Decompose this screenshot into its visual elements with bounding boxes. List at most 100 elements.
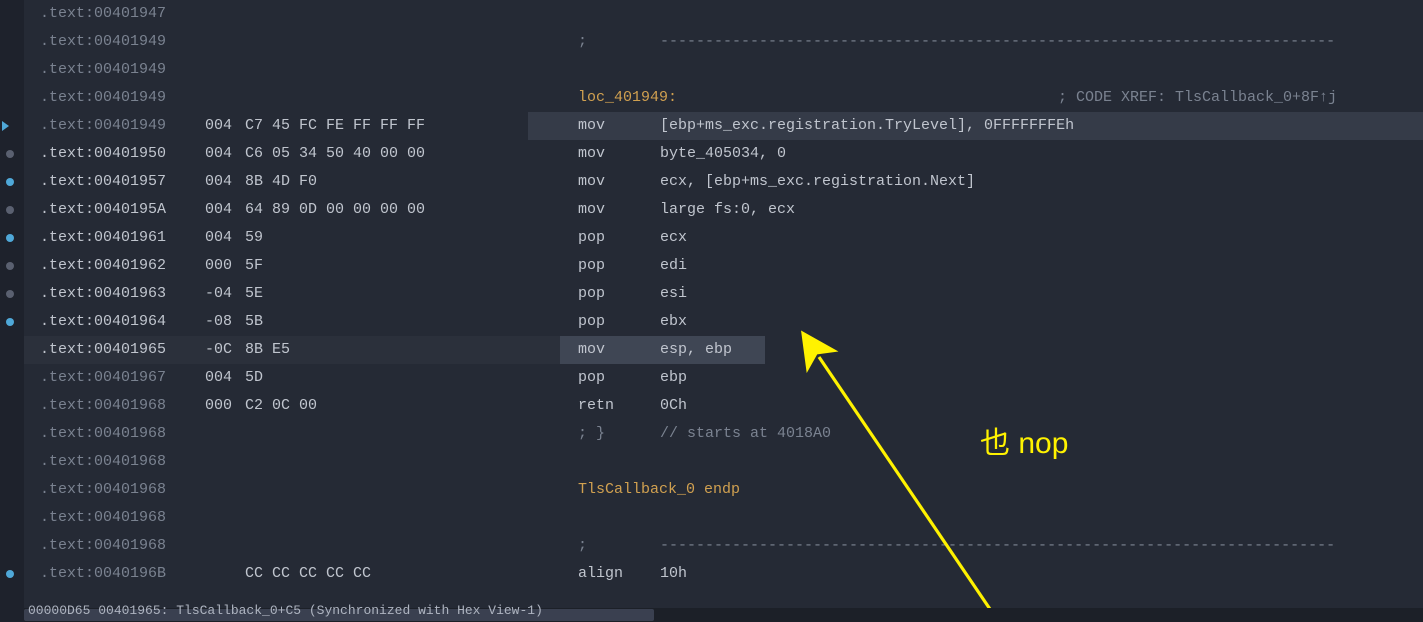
stackptr-col: 004	[205, 168, 232, 196]
mnemonic-col: pop	[578, 252, 605, 280]
bytes-col: CC CC CC CC CC	[245, 560, 371, 588]
stackptr-col: 004	[205, 196, 232, 224]
disasm-row[interactable]: .text:00401968	[24, 504, 1423, 532]
label-col: TlsCallback_0 endp	[578, 476, 740, 504]
bytes-col: 8B E5	[245, 336, 290, 364]
bytes-col: 5E	[245, 280, 263, 308]
operand-col: ----------------------------------------…	[660, 28, 1335, 56]
status-bar: 00000D65 00401965: TlsCallback_0+C5 (Syn…	[28, 603, 543, 618]
breakpoint-dot-icon[interactable]	[6, 178, 14, 186]
address-col: .text:00401949	[40, 28, 166, 56]
mnemonic-col: ;	[578, 532, 587, 560]
bytes-col: 64 89 0D 00 00 00 00	[245, 196, 425, 224]
address-col: .text:00401968	[40, 504, 166, 532]
disasm-row[interactable]: .text:004019620005Fpopedi	[24, 252, 1423, 280]
breakpoint-dot-icon[interactable]	[6, 290, 14, 298]
mnemonic-col: mov	[578, 168, 605, 196]
address-col: .text:00401947	[40, 0, 166, 28]
address-col: .text:00401968	[40, 476, 166, 504]
disasm-row[interactable]: .text:00401968 000 C2 0C 00 retn 0Ch	[24, 392, 1423, 420]
breakpoint-dot-icon[interactable]	[6, 262, 14, 270]
label-col: loc_401949:	[578, 84, 677, 112]
address-col: .text:00401961	[40, 224, 166, 252]
breakpoint-dot-icon[interactable]	[6, 318, 14, 326]
mnemonic-col: pop	[578, 364, 605, 392]
disasm-row[interactable]: .text:00401949	[24, 56, 1423, 84]
breakpoint-dot-icon[interactable]	[6, 150, 14, 158]
operand-col: esi	[660, 280, 687, 308]
stackptr-col: 004	[205, 364, 232, 392]
stackptr-col: 004	[205, 140, 232, 168]
disasm-row[interactable]: .text:00401949004C7 45 FC FE FF FF FFmov…	[24, 112, 1423, 140]
operand-col: [ebp+ms_exc.registration.TryLevel], 0FFF…	[660, 112, 1074, 140]
address-col: .text:0040195A	[40, 196, 166, 224]
operand-col: ebp	[660, 364, 687, 392]
mnemonic-col: pop	[578, 224, 605, 252]
stackptr-col: 000	[205, 392, 232, 420]
address-col: .text:00401968	[40, 420, 166, 448]
disasm-row[interactable]: .text:00401968 TlsCallback_0 endp	[24, 476, 1423, 504]
bytes-col: C2 0C 00	[245, 392, 317, 420]
operand-col: 10h	[660, 560, 687, 588]
disasm-row[interactable]: .text:0040196B CC CC CC CC CC align 10h	[24, 560, 1423, 588]
stackptr-col: -0C	[205, 336, 232, 364]
operand-col: ecx, [ebp+ms_exc.registration.Next]	[660, 168, 975, 196]
disasm-row[interactable]: .text:00401950004C6 05 34 50 40 00 00mov…	[24, 140, 1423, 168]
address-col: .text:00401965	[40, 336, 166, 364]
mnemonic-col: align	[578, 560, 623, 588]
disasm-row[interactable]: .text:00401949;-------------------------…	[24, 28, 1423, 56]
address-col: .text:00401957	[40, 168, 166, 196]
disasm-row[interactable]: .text:00401965 -0C 8B E5 mov esp, ebp	[24, 336, 1423, 364]
operand-col: ecx	[660, 224, 687, 252]
stackptr-col: -04	[205, 280, 232, 308]
operand-col: ebx	[660, 308, 687, 336]
address-col: .text:00401950	[40, 140, 166, 168]
address-col: .text:00401968	[40, 532, 166, 560]
disasm-row[interactable]: .text:00401949loc_401949:; CODE XREF: Tl…	[24, 84, 1423, 112]
disasm-row[interactable]: .text:00401947	[24, 0, 1423, 28]
disasm-row[interactable]: .text:00401957 004 8B 4D F0 mov ecx, [ebp+ms…	[24, 168, 1423, 196]
address-col: .text:00401949	[40, 56, 166, 84]
mnemonic-col: mov	[578, 112, 605, 140]
operand-col: esp, ebp	[660, 336, 732, 364]
bytes-col: C7 45 FC FE FF FF FF	[245, 112, 425, 140]
operand-col: ----------------------------------------…	[660, 532, 1335, 560]
disasm-row[interactable]: .text:0040195A00464 89 0D 00 00 00 00mov…	[24, 196, 1423, 224]
mnemonic-col: pop	[578, 280, 605, 308]
operand-col: 0Ch	[660, 392, 687, 420]
breakpoint-dot-icon[interactable]	[6, 234, 14, 242]
disasm-row[interactable]: .text:004019670045Dpopebp	[24, 364, 1423, 392]
xref-col: ; CODE XREF: TlsCallback_0+8F↑j	[1058, 84, 1337, 112]
mnemonic-col: retn	[578, 392, 614, 420]
bytes-col: 5F	[245, 252, 263, 280]
address-col: .text:00401968	[40, 392, 166, 420]
disasm-row[interactable]: .text:00401968; }// starts at 4018A0	[24, 420, 1423, 448]
mnemonic-col: pop	[578, 308, 605, 336]
disasm-row[interactable]: .text:00401961 004 59 pop ecx	[24, 224, 1423, 252]
gutter	[0, 0, 24, 622]
breakpoint-dot-icon[interactable]	[6, 570, 14, 578]
breakpoint-dot-icon[interactable]	[6, 206, 14, 214]
address-col: .text:00401949	[40, 112, 166, 140]
disasm-row[interactable]: .text:00401968	[24, 448, 1423, 476]
bytes-col: 8B 4D F0	[245, 168, 317, 196]
mnemonic-col: ; }	[578, 420, 605, 448]
disasm-row[interactable]: .text:00401964-085Bpopebx	[24, 308, 1423, 336]
mnemonic-col: mov	[578, 336, 605, 364]
disasm-row[interactable]: .text:00401963 -04 5E pop esi	[24, 280, 1423, 308]
address-col: .text:00401962	[40, 252, 166, 280]
disasm-row[interactable]: .text:00401968; -------------------------…	[24, 532, 1423, 560]
address-col: .text:0040196B	[40, 560, 166, 588]
stackptr-col: 000	[205, 252, 232, 280]
operand-col: large fs:0, ecx	[660, 196, 795, 224]
stackptr-col: 004	[205, 224, 232, 252]
address-col: .text:00401964	[40, 308, 166, 336]
address-col: .text:00401963	[40, 280, 166, 308]
disassembly-view: .text:00401947.text:00401949;-----------…	[0, 0, 1423, 622]
ip-arrow-icon[interactable]	[2, 121, 9, 131]
bytes-col: C6 05 34 50 40 00 00	[245, 140, 425, 168]
code-area[interactable]: .text:00401947.text:00401949;-----------…	[24, 0, 1423, 622]
bytes-col: 59	[245, 224, 263, 252]
address-col: .text:00401968	[40, 448, 166, 476]
bytes-col: 5B	[245, 308, 263, 336]
